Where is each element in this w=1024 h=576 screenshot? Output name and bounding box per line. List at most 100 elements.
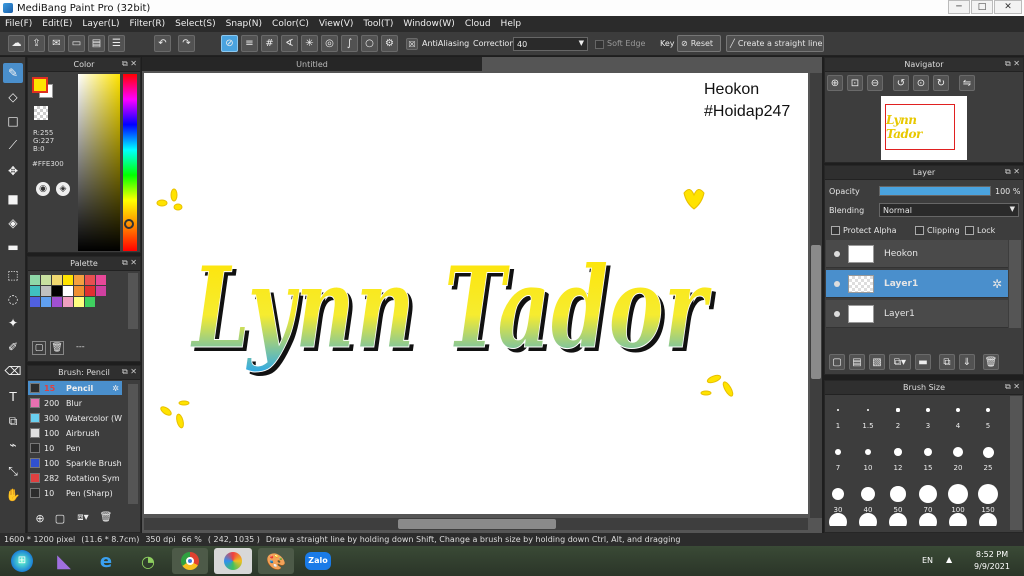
palette-swatch[interactable] <box>63 297 73 307</box>
divide-tool-icon[interactable]: ⧉ <box>3 411 23 431</box>
navigator-preview[interactable]: Lynn Tador <box>881 96 967 160</box>
medibang-taskbar-icon[interactable] <box>214 548 252 574</box>
chat-icon[interactable]: ▭ <box>68 35 85 52</box>
text-tool-icon[interactable]: T <box>3 387 23 407</box>
brush-item[interactable]: 15 Pencil ✲ <box>28 381 122 395</box>
snap-off-icon[interactable]: ⊘ <box>221 35 238 52</box>
perspective-snap-icon[interactable]: ∢ <box>281 35 298 52</box>
brush-item[interactable]: 100 Sparkle Brush <box>28 456 122 470</box>
add-brush-icon[interactable]: ⊕ <box>32 512 48 528</box>
list-icon[interactable]: ☰ <box>108 35 125 52</box>
rect-tool-icon[interactable]: □ <box>3 111 23 131</box>
palette-swatch[interactable] <box>63 286 73 296</box>
rotate-left-icon[interactable]: ↺ <box>893 75 909 91</box>
palette-swatch[interactable] <box>96 275 106 285</box>
panel-close-icon[interactable]: ⧉ ✕ <box>1005 59 1020 69</box>
curve-snap-icon[interactable]: ∫ <box>341 35 358 52</box>
antialiasing-checkbox[interactable]: ☒ <box>406 38 418 50</box>
visual-studio-icon[interactable]: ◣ <box>46 548 82 574</box>
layer-settings-icon[interactable]: ✲ <box>992 277 1002 291</box>
new-8bit-layer-icon[interactable]: ▧ <box>869 354 885 370</box>
color-settings-icon[interactable]: ◈ <box>56 182 70 196</box>
saturation-value-picker[interactable] <box>78 74 120 251</box>
palette-swatch[interactable] <box>74 297 84 307</box>
brush-tool-icon[interactable]: ✎ <box>3 63 23 83</box>
layer-row[interactable]: Layer1 <box>826 300 1008 328</box>
fill-rect-icon[interactable]: ■ <box>3 189 23 209</box>
opacity-slider[interactable] <box>879 186 991 196</box>
menu-file[interactable]: File(F) <box>0 19 37 29</box>
palette-more[interactable]: --- <box>76 342 85 351</box>
vertical-scrollbar[interactable] <box>810 73 822 518</box>
menu-layer[interactable]: Layer(L) <box>77 19 124 29</box>
new-halftone-layer-icon[interactable]: ▤ <box>849 354 865 370</box>
palette-swatch[interactable] <box>41 297 51 307</box>
delete-palette-icon[interactable]: 🗑 <box>50 341 64 355</box>
brush-size-option[interactable] <box>982 446 994 458</box>
palette-swatch[interactable] <box>41 275 51 285</box>
brush-item[interactable]: 10 Pen <box>28 441 122 455</box>
menu-edit[interactable]: Edit(E) <box>37 19 77 29</box>
grid-snap-icon[interactable]: # <box>261 35 278 52</box>
menu-color[interactable]: Color(C) <box>267 19 314 29</box>
brush-size-option[interactable] <box>890 486 906 502</box>
blending-select[interactable]: Normal ▼ <box>879 203 1019 217</box>
brush-item[interactable]: 10 Pen (Sharp) <box>28 486 122 500</box>
layer-visibility-icon[interactable] <box>834 310 840 317</box>
folder-icon[interactable]: ▬ <box>915 354 931 370</box>
menu-cloud[interactable]: Cloud <box>460 19 496 29</box>
new-layer-icon[interactable]: ▢ <box>829 354 845 370</box>
color-wheel-icon[interactable]: ◉ <box>36 182 50 196</box>
palette-swatch[interactable] <box>30 275 40 285</box>
brush-size-option[interactable] <box>835 449 841 455</box>
drawing-canvas[interactable]: Heokon #Hoidap247 Lynn Tador Lynn Tador <box>144 73 808 514</box>
chrome-icon[interactable] <box>172 548 208 574</box>
move-tool-icon[interactable]: ✥ <box>3 161 23 181</box>
palette-swatch[interactable] <box>85 286 95 296</box>
reset-button[interactable]: ⊘ Reset <box>677 35 721 52</box>
panel-close-icon[interactable]: ⧉ ✕ <box>122 59 137 69</box>
correction-select[interactable]: 40 ▼ <box>513 37 588 51</box>
panel-close-icon[interactable]: ⧉ ✕ <box>1005 167 1020 177</box>
palette-swatch[interactable] <box>30 297 40 307</box>
vertical-scroll-thumb[interactable] <box>811 245 821 379</box>
brush-size-option[interactable] <box>978 484 998 504</box>
palette-swatch[interactable] <box>74 286 84 296</box>
delete-layer-icon[interactable]: 🗑 <box>983 354 999 370</box>
palette-swatch[interactable] <box>96 286 106 296</box>
brush-size-option[interactable] <box>896 408 900 412</box>
zoom-out-icon[interactable]: ⊖ <box>867 75 883 91</box>
zalo-icon[interactable]: Zalo <box>300 548 336 574</box>
layer-row[interactable]: Heokon <box>826 240 1008 268</box>
palette-swatch[interactable] <box>52 275 62 285</box>
bucket-tool-icon[interactable]: ◈ <box>3 213 23 233</box>
delete-brush-icon[interactable]: 🗑 <box>98 512 114 528</box>
lasso-tool-icon[interactable]: ◌ <box>3 289 23 309</box>
select-eraser-icon[interactable]: ⌫ <box>3 361 23 381</box>
document-icon[interactable]: ▤ <box>88 35 105 52</box>
horizontal-scrollbar[interactable] <box>144 518 808 530</box>
protect-alpha-checkbox[interactable] <box>831 226 840 235</box>
hue-slider[interactable] <box>123 74 137 251</box>
comment-icon[interactable]: ✉ <box>48 35 65 52</box>
soft-edge-checkbox[interactable] <box>595 40 604 49</box>
operation-tool-icon[interactable]: ⤡ <box>3 461 23 481</box>
eraser-tool-icon[interactable]: ◇ <box>3 87 23 107</box>
brush-menu-icon[interactable]: ⧈▾ <box>72 512 94 528</box>
cloud-icon[interactable]: ☁ <box>8 35 25 52</box>
brush-list-scrollbar[interactable] <box>128 384 138 504</box>
hand-tool-icon[interactable]: ✋ <box>3 485 23 505</box>
palette-swatch[interactable] <box>41 286 51 296</box>
document-tab[interactable]: Untitled <box>142 57 482 71</box>
rotate-right-icon[interactable]: ↻ <box>933 75 949 91</box>
menu-view[interactable]: View(V) <box>314 19 359 29</box>
brush-size-option[interactable] <box>831 487 845 501</box>
panel-close-icon[interactable]: ⧉ ✕ <box>122 367 137 377</box>
brush-size-option[interactable] <box>894 448 902 456</box>
new-brush-icon[interactable]: ▢ <box>52 512 68 528</box>
line-brush-icon[interactable]: ⟋ <box>3 135 23 155</box>
tray-chevron-icon[interactable]: ▲ <box>946 555 952 564</box>
brush-item[interactable]: 282 Rotation Sym <box>28 471 122 485</box>
parallel-snap-icon[interactable]: ≡ <box>241 35 258 52</box>
menu-tool[interactable]: Tool(T) <box>358 19 398 29</box>
